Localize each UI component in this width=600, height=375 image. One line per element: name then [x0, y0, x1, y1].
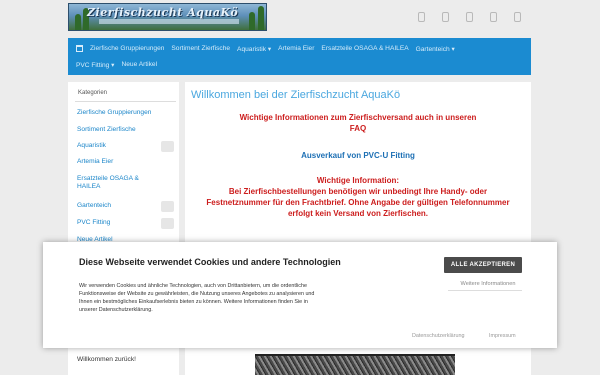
- site-header: Zierfischzucht AquaKö: [0, 0, 600, 38]
- cart-icon[interactable]: [490, 12, 497, 22]
- notice-title: Wichtige Information:: [316, 176, 400, 185]
- pvc-sale-link[interactable]: Ausverkauf von PVC-U Fitting: [185, 151, 531, 160]
- nav-item-artemia-eier[interactable]: Artemia Eier: [278, 45, 314, 53]
- nav-item-aquaristik[interactable]: Aquaristik ▾: [237, 45, 271, 53]
- sidebar-item-ersatzteile[interactable]: Ersatzteile OSAGA & HAILEA: [77, 175, 163, 192]
- site-logo[interactable]: Zierfischzucht AquaKö: [68, 3, 267, 31]
- sidebar-item-pvc-fitting[interactable]: PVC Fitting: [77, 219, 163, 227]
- nav-item-sortiment-zierfische[interactable]: Sortiment Zierfische: [171, 45, 230, 53]
- sidebar-item-gartenteich[interactable]: Gartenteich: [77, 202, 163, 210]
- sidebar-item-sortiment-zierfische[interactable]: Sortiment Zierfische: [77, 126, 163, 134]
- cookie-text: Wir verwenden Cookies und ähnliche Techn…: [79, 283, 315, 313]
- more-info-link[interactable]: Weitere Informationen: [453, 281, 523, 287]
- expand-badge[interactable]: [161, 201, 174, 212]
- divider: [75, 101, 176, 102]
- header-icons: [418, 12, 521, 22]
- compare-icon[interactable]: [466, 12, 473, 22]
- welcome-back-text: Willkommen zurück!: [77, 356, 136, 363]
- expand-badge[interactable]: [161, 218, 174, 229]
- nav-row-2: PVC Fitting ▾ Neue Artikel: [76, 61, 157, 69]
- expand-badge[interactable]: [161, 141, 174, 152]
- nav-item-zierfische-gruppierungen[interactable]: Zierfische Gruppierungen: [90, 45, 164, 53]
- fish-image: [255, 354, 455, 375]
- imprint-link[interactable]: Impressum: [489, 333, 516, 339]
- nav-item-ersatzteile[interactable]: Ersatzteile OSAGA & HAILEA: [321, 45, 408, 53]
- menu-icon[interactable]: [514, 12, 521, 22]
- nav-item-pvc-fitting[interactable]: PVC Fitting ▾: [76, 61, 115, 69]
- faq-info-link[interactable]: Wichtige Informationen zum Zierfischvers…: [185, 112, 531, 134]
- privacy-link[interactable]: Datenschutzerklärung: [412, 333, 464, 339]
- heart-icon[interactable]: [442, 12, 449, 22]
- accept-all-button[interactable]: ALLE AKZEPTIEREN: [444, 257, 522, 273]
- user-icon[interactable]: [418, 12, 425, 22]
- cookie-title: Diese Webseite verwendet Cookies und and…: [79, 257, 341, 267]
- nav-item-neue-artikel[interactable]: Neue Artikel: [122, 61, 158, 69]
- logo-text: Zierfischzucht AquaKö: [87, 6, 239, 19]
- sidebar-item-aquaristik[interactable]: Aquaristik: [77, 142, 163, 150]
- sidebar-item-artemia-eier[interactable]: Artemia Eier: [77, 158, 163, 166]
- cookie-banner: Diese Webseite verwendet Cookies und and…: [43, 242, 557, 348]
- sidebar-title: Kategorien: [78, 90, 108, 96]
- notice-body: Bei Zierfischbestellungen benötigen wir …: [206, 187, 510, 219]
- sidebar-item-zierfische-gruppierungen[interactable]: Zierfische Gruppierungen: [77, 109, 163, 117]
- page-title: Willkommen bei der Zierfischzucht AquaKö: [191, 89, 401, 101]
- nav-item-gartenteich[interactable]: Gartenteich ▾: [416, 45, 455, 53]
- main-navigation: Zierfische Gruppierungen Sortiment Zierf…: [68, 38, 531, 75]
- nav-row-1: Zierfische Gruppierungen Sortiment Zierf…: [76, 45, 455, 53]
- home-icon[interactable]: [76, 45, 83, 52]
- divider: [448, 290, 522, 291]
